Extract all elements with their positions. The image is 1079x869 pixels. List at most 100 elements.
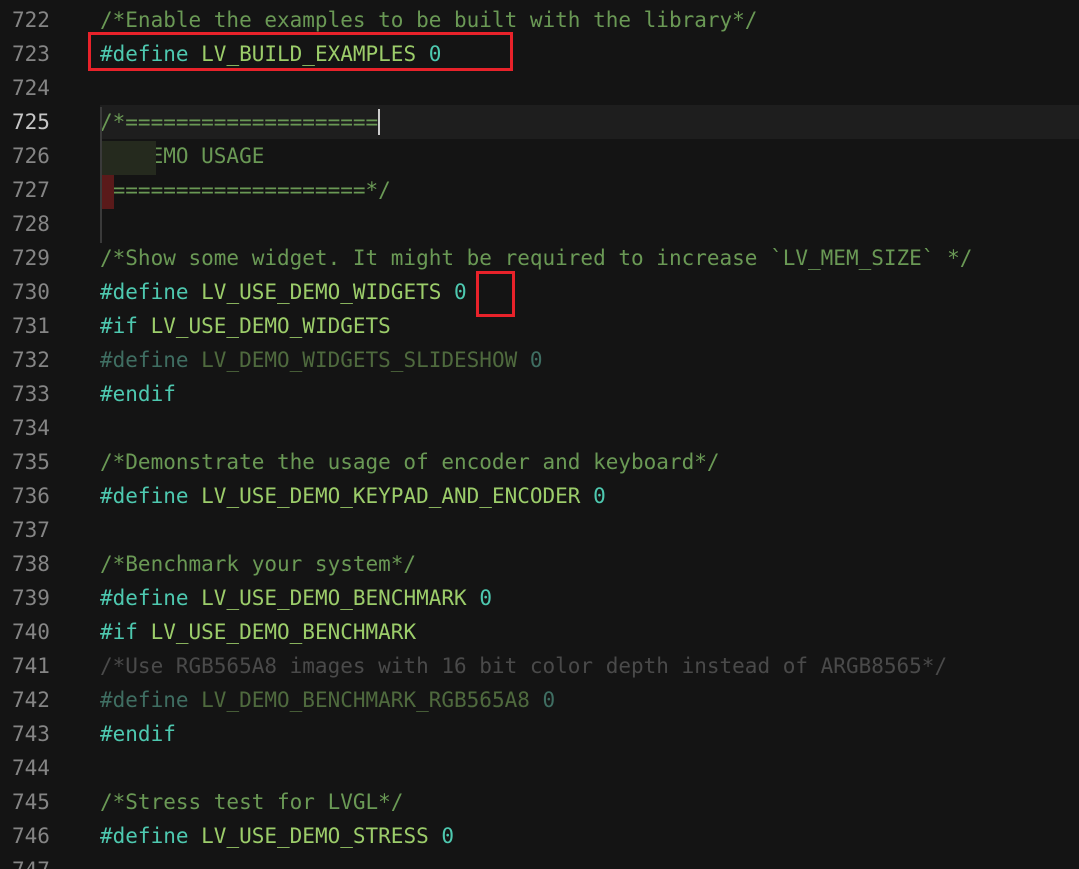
text-cursor (378, 109, 381, 135)
code-token: #endif (100, 382, 176, 406)
line-number: 737 (12, 518, 50, 542)
line-number: 730 (12, 280, 50, 304)
line-number: 729 (12, 246, 50, 270)
code-token: #define (100, 484, 202, 508)
code-line[interactable]: 724 (0, 71, 1079, 105)
code-token: /*==================== (100, 110, 379, 134)
code-line[interactable]: 741 /*Use RGB565A8 images with 16 bit col… (0, 649, 1079, 683)
line-number: 733 (12, 382, 50, 406)
line-number: 722 (12, 8, 50, 32)
line-number: 728 (12, 212, 50, 236)
code-text: #endif (100, 381, 176, 407)
code-text: /*Stress test for LVGL*/ (100, 789, 403, 815)
code-token: LV_USE_DEMO_BENCHMARK (150, 620, 417, 644)
code-line[interactable]: 736 #define LV_USE_DEMO_KEYPAD_AND_ENCODE… (0, 479, 1079, 513)
code-token: LV_USE_DEMO_WIDGETS (150, 314, 391, 338)
code-token: ====================*/ (100, 178, 391, 202)
code-text: #if LV_USE_DEMO_WIDGETS (100, 313, 391, 339)
code-text: /*Use RGB565A8 images with 16 bit color … (100, 653, 947, 679)
line-number: 734 (12, 416, 50, 440)
code-token: 0 (441, 824, 455, 848)
code-line[interactable]: 728 (0, 207, 1079, 241)
code-token: LV_USE_DEMO_BENCHMARK (201, 586, 480, 610)
line-number: 725 (12, 110, 50, 134)
code-line[interactable]: 735 /*Demonstrate the usage of encoder an… (0, 445, 1079, 479)
line-number: 739 (12, 586, 50, 610)
code-token: #if (100, 620, 151, 644)
line-number: 736 (12, 484, 50, 508)
line-number: 727 (12, 178, 50, 202)
line-number: 738 (12, 552, 50, 576)
line-number: 744 (12, 756, 50, 780)
code-text: /*Enable the examples to be built with t… (100, 7, 757, 33)
code-token: 0 (593, 484, 606, 508)
code-token: 0 (479, 586, 492, 610)
code-line[interactable]: 738 /*Benchmark your system*/ (0, 547, 1079, 581)
code-line[interactable]: 742 #define LV_DEMO_BENCHMARK_RGB565A8 0 (0, 683, 1079, 717)
code-token: LV_DEMO_BENCHMARK_RGB565A8 (201, 688, 543, 712)
code-text: #define LV_DEMO_BENCHMARK_RGB565A8 0 (100, 687, 555, 713)
code-text: ====================*/ (100, 177, 391, 203)
code-line[interactable]: 746 #define LV_USE_DEMO_STRESS 0 (0, 819, 1079, 853)
code-line[interactable]: 732 #define LV_DEMO_WIDGETS_SLIDESHOW 0 (0, 343, 1079, 377)
code-line[interactable]: 747 (0, 853, 1079, 869)
line-number: 746 (12, 824, 50, 848)
code-token: /*Use RGB565A8 images with 16 bit color … (100, 654, 948, 678)
annotation-box-demo-widgets-value (476, 271, 515, 317)
code-token: LV_USE_DEMO_KEYPAD_AND_ENCODER (201, 484, 594, 508)
line-number: 747 (12, 857, 72, 869)
indent-guide (100, 107, 102, 243)
code-line[interactable]: 727 ====================*/ (0, 173, 1079, 207)
inline-decoration-highlight (100, 141, 156, 175)
code-text: #define LV_DEMO_WIDGETS_SLIDESHOW 0 (100, 347, 543, 373)
code-line[interactable]: 730 #define LV_USE_DEMO_WIDGETS 0 (0, 275, 1079, 309)
code-text: #define LV_USE_DEMO_WIDGETS 0 (100, 279, 467, 305)
code-line[interactable]: 729 /*Show some widget. It might be requi… (0, 241, 1079, 275)
code-token: /*Enable the examples to be built with t… (100, 8, 758, 32)
code-token: 0 (529, 348, 543, 372)
code-token: #if (100, 314, 151, 338)
code-token: #define (100, 586, 202, 610)
code-token: #define (100, 688, 202, 712)
code-line[interactable]: 745 /*Stress test for LVGL*/ (0, 785, 1079, 819)
code-line[interactable]: 734 (0, 411, 1079, 445)
code-line[interactable]: 743 #endif (0, 717, 1079, 751)
code-token: 0 (542, 688, 556, 712)
code-token: 0 (454, 280, 467, 304)
code-line[interactable]: 725 /*==================== (0, 105, 1079, 139)
line-number: 741 (12, 654, 50, 678)
code-line[interactable]: 737 (0, 513, 1079, 547)
code-token: #define (100, 280, 202, 304)
code-line[interactable]: 739 #define LV_USE_DEMO_BENCHMARK 0 (0, 581, 1079, 615)
code-token: #define (100, 348, 202, 372)
code-text: /*==================== (100, 109, 381, 135)
code-text: #define LV_USE_DEMO_KEYPAD_AND_ENCODER 0 (100, 483, 606, 509)
code-editor[interactable]: 722 /*Enable the examples to be built wit… (0, 0, 1079, 869)
line-number: 724 (12, 76, 50, 100)
code-token: #define (100, 824, 202, 848)
diff-marker (100, 175, 114, 209)
code-text: #if LV_USE_DEMO_BENCHMARK (100, 619, 416, 645)
line-number: 735 (12, 450, 50, 474)
code-line[interactable]: 731 #if LV_USE_DEMO_WIDGETS (0, 309, 1079, 343)
code-text: #endif (100, 721, 176, 747)
code-line[interactable]: 733 #endif (0, 377, 1079, 411)
code-text: #define LV_USE_DEMO_BENCHMARK 0 (100, 585, 492, 611)
code-text: #define LV_USE_DEMO_STRESS 0 (100, 823, 454, 849)
line-number: 745 (12, 790, 50, 814)
code-token: /*Benchmark your system*/ (100, 552, 417, 576)
code-token: /*Demonstrate the usage of encoder and k… (100, 450, 720, 474)
line-number: 740 (12, 620, 50, 644)
code-line[interactable]: 744 (0, 751, 1079, 785)
line-number: 731 (12, 314, 50, 338)
code-token: LV_USE_DEMO_WIDGETS (201, 280, 455, 304)
line-number: 743 (12, 722, 50, 746)
code-token: /*Stress test for LVGL*/ (100, 790, 404, 814)
code-line[interactable]: 740 #if LV_USE_DEMO_BENCHMARK (0, 615, 1079, 649)
line-number: 723 (12, 42, 50, 66)
code-line[interactable]: 726 * DEMO USAGE (0, 139, 1079, 173)
annotation-box-build-examples (88, 32, 513, 71)
code-token: /*Show some widget. It might be required… (100, 246, 973, 270)
code-token: #endif (100, 722, 176, 746)
code-token: LV_USE_DEMO_STRESS (201, 824, 442, 848)
